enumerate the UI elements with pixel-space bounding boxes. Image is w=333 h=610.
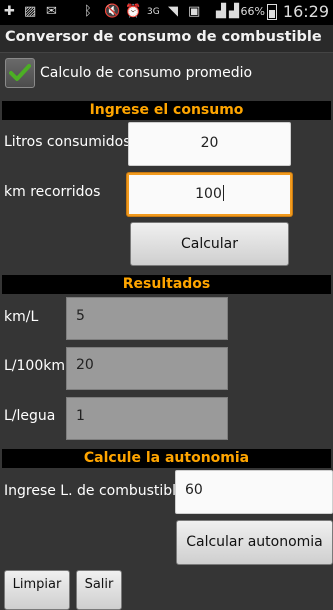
liters-per-league-output: 1 — [66, 397, 228, 440]
fuel-liters-value: 60 — [185, 482, 203, 498]
image-icon: ▨ — [24, 4, 37, 19]
text-cursor — [222, 185, 224, 201]
mute-icon: 🔇 — [104, 4, 121, 19]
status-bar: ✚ ▨ ✉ ᛒ 🔇 ⏰ 3G ◥ ▣ ▟ ▟ 66% 16:29 — [0, 0, 333, 25]
calculate-autonomy-button[interactable]: Calcular autonomia — [176, 520, 333, 565]
km-per-liter-output: 5 — [66, 297, 228, 340]
alarm-icon: ⏰ — [125, 4, 142, 19]
km-per-liter-label: km/L — [4, 309, 39, 325]
signal-icon: ▟ — [229, 4, 239, 19]
mail-icon: ✉ — [46, 4, 57, 19]
app-title: Conversor de consumo de combustible — [5, 29, 322, 45]
liters-per-100km-output: 20 — [66, 347, 228, 390]
calculate-button[interactable]: Calcular — [130, 222, 289, 266]
km-input[interactable]: 100 — [127, 173, 292, 216]
clock: 16:29 — [282, 2, 329, 21]
input-section-header: Ingrese el consumo — [2, 101, 331, 120]
average-checkbox[interactable] — [5, 58, 35, 88]
title-bar: Conversor de consumo de combustible — [0, 25, 333, 53]
liters-label: Litros consumidos — [4, 134, 131, 150]
exit-button[interactable]: Salir — [76, 570, 122, 610]
autonomy-section-header: Calcule la autonomia — [2, 449, 331, 468]
battery-percent: 66% — [240, 5, 265, 18]
nfc-icon: ▣ — [188, 4, 201, 19]
clear-button[interactable]: Limpiar — [4, 570, 70, 610]
battery-icon — [267, 4, 277, 20]
fuel-liters-label: Ingrese L. de combustible — [4, 483, 185, 499]
bluetooth-icon: ᛒ — [84, 4, 92, 19]
liters-per-100km-label: L/100km — [4, 358, 65, 374]
add-icon: ✚ — [4, 4, 15, 19]
km-label: km recorridos — [4, 184, 101, 200]
wifi-icon: ◥ — [168, 4, 178, 19]
fuel-liters-input[interactable]: 60 — [175, 470, 333, 514]
liters-input[interactable]: 20 — [128, 122, 291, 166]
km-value: 100 — [195, 186, 222, 202]
average-checkbox-label[interactable]: Calculo de consumo promedio — [40, 65, 252, 81]
signal-icon: ▟ — [216, 4, 226, 19]
checkmark-icon — [9, 64, 31, 81]
network-3g-icon: 3G — [147, 7, 160, 17]
results-section-header: Resultados — [2, 275, 331, 294]
liters-value: 20 — [200, 135, 219, 151]
liters-per-league-label: L/legua — [4, 408, 56, 424]
